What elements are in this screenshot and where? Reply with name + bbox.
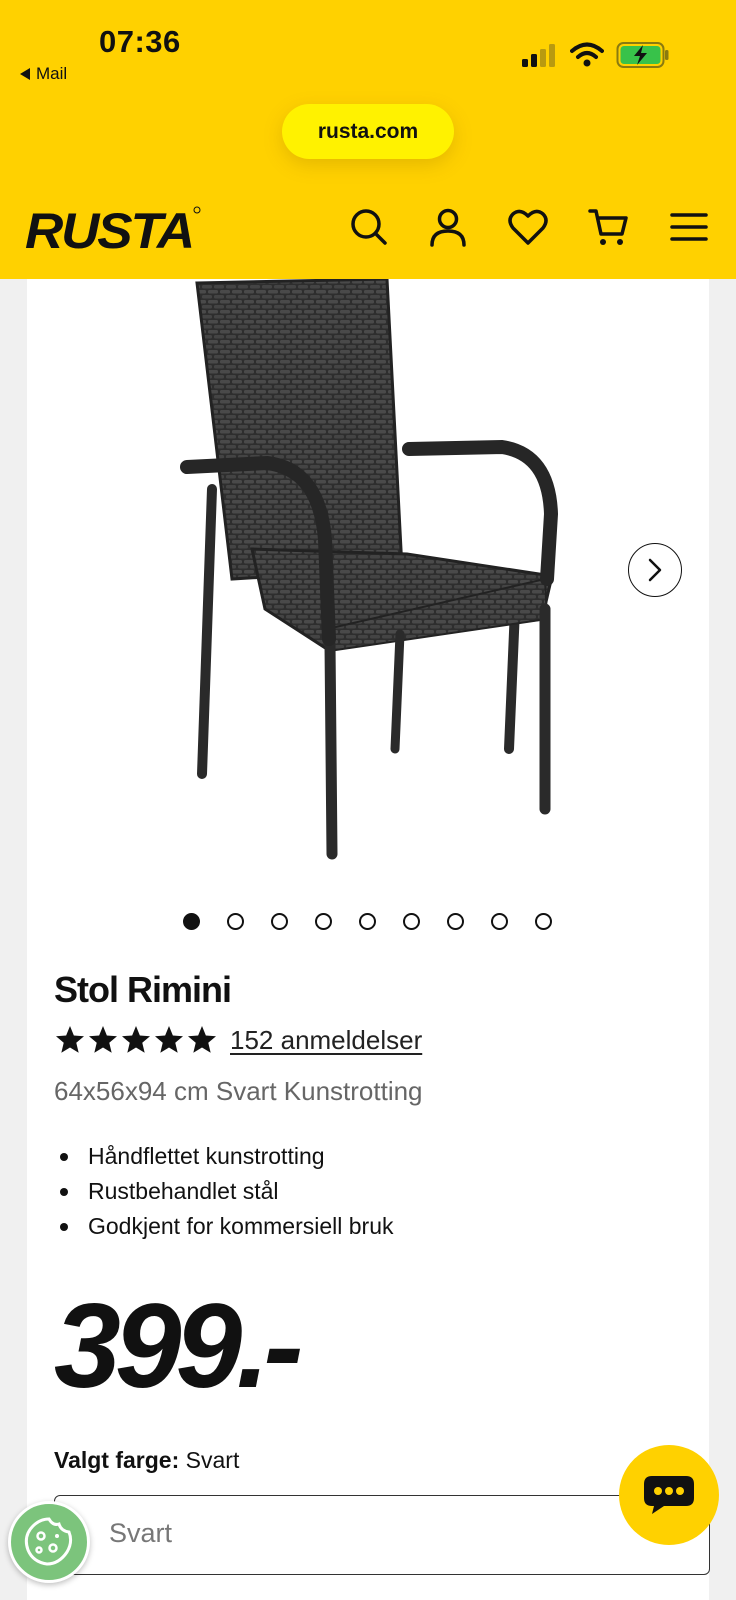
carousel-dot[interactable] [315, 913, 332, 930]
battery-charging-icon [616, 42, 669, 68]
svg-text:RUSTA: RUSTA [25, 204, 193, 254]
star-icon [122, 1026, 150, 1053]
address-url: rusta.com [317, 119, 419, 143]
signal-icon [522, 44, 555, 67]
feature-item: Godkjent for kommersiell bruk [54, 1209, 394, 1244]
product-title: Stol Rimini [54, 969, 232, 1010]
selected-color-label: Valgt farge: Svart [54, 1447, 239, 1474]
chat-button[interactable] [619, 1445, 719, 1545]
back-app-label: Mail [36, 64, 68, 83]
product-subtitle: 64x56x94 cm Svart Kunstrotting [54, 1076, 423, 1106]
carousel-dot[interactable] [491, 913, 508, 930]
search-icon[interactable] [348, 206, 390, 248]
cookie-icon [24, 1517, 73, 1566]
star-icon [89, 1026, 117, 1053]
svg-text:399.-: 399.- [54, 1289, 301, 1399]
product-card: Stol Rimini 152 anmeldelser 64x56x94 cm … [27, 279, 710, 1600]
product-image-chair[interactable] [147, 279, 607, 879]
color-label-value: Svart [185, 1447, 240, 1473]
rusta-logo[interactable]: RUSTA [25, 204, 205, 254]
site-header: 07:36 Mail rusta.com RUSTA [0, 0, 736, 279]
cookie-settings-button[interactable] [8, 1501, 90, 1583]
carousel-next-button[interactable] [628, 543, 682, 597]
menu-icon[interactable] [668, 206, 710, 248]
color-select[interactable]: Svart [54, 1495, 710, 1575]
back-to-mail-link[interactable]: Mail [20, 64, 67, 84]
color-label-key: Valgt farge: [54, 1447, 180, 1473]
chevron-right-icon [648, 558, 662, 582]
cart-icon[interactable] [588, 206, 630, 248]
star-icon [155, 1026, 183, 1053]
carousel-dot[interactable] [183, 913, 200, 930]
wishlist-heart-icon[interactable] [507, 206, 549, 248]
carousel-dot[interactable] [227, 913, 244, 930]
carousel-dot[interactable] [403, 913, 420, 930]
back-arrow-icon [20, 68, 30, 80]
star-icon [188, 1026, 216, 1053]
reviews-link[interactable]: 152 anmeldelser [230, 1025, 422, 1056]
account-icon[interactable] [427, 206, 469, 248]
feature-item: Rustbehandlet stål [54, 1174, 394, 1209]
product-rating: 152 anmeldelser [54, 1024, 422, 1056]
status-icons [520, 40, 670, 70]
product-price: 399.- [54, 1289, 307, 1399]
carousel-dot[interactable] [359, 913, 376, 930]
status-time: 07:36 [99, 24, 181, 59]
wifi-icon [570, 42, 604, 67]
address-bar[interactable]: rusta.com [282, 104, 454, 159]
chat-bubble-icon [644, 1476, 694, 1514]
star-icon [56, 1026, 84, 1053]
carousel-dot[interactable] [271, 913, 288, 930]
color-select-value: Svart [109, 1518, 173, 1548]
carousel-dot[interactable] [535, 913, 552, 930]
carousel-dot[interactable] [447, 913, 464, 930]
feature-item: Håndflettet kunstrotting [54, 1139, 394, 1174]
rating-stars [54, 1024, 218, 1056]
feature-list: Håndflettet kunstrotting Rustbehandlet st… [54, 1139, 394, 1244]
carousel-dots [183, 913, 552, 930]
